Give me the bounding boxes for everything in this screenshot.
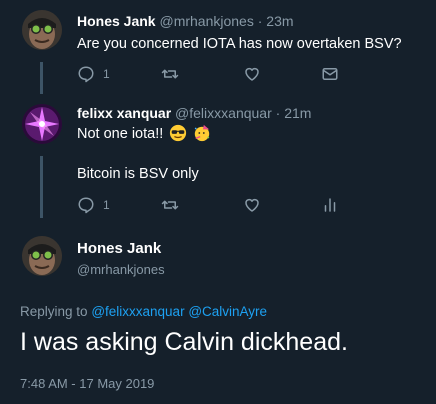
tweet-text: Are you concerned IOTA has now overtaken… (77, 36, 402, 52)
tweet-header: Hones Jank @mrhankjones · 23m (77, 13, 294, 29)
reply-button[interactable]: 1 (77, 65, 110, 83)
avatar[interactable] (22, 236, 62, 276)
tweet-text-line1: Not one iota!! (77, 124, 211, 144)
author-name[interactable]: felixx xanquar (77, 105, 171, 121)
mention-link[interactable]: @CalvinAyre (188, 304, 267, 319)
avatar[interactable] (22, 104, 62, 144)
author-handle[interactable]: @felixxxanquar (175, 105, 272, 121)
author-name[interactable]: Hones Jank (77, 240, 161, 257)
author-handle[interactable]: @mrhankjones (159, 13, 253, 29)
replying-prefix: Replying to (20, 304, 88, 319)
avatar[interactable] (22, 10, 62, 50)
tweet-header: felixx xanquar @felixxxanquar · 21m (77, 105, 311, 121)
like-button[interactable] (243, 65, 261, 83)
like-icon (243, 65, 261, 83)
thread-line (40, 156, 43, 218)
like-icon (243, 196, 261, 214)
sunglasses-emoji (169, 124, 187, 142)
replying-to: Replying to @felixxxanquar @CalvinAyre (20, 304, 267, 319)
reply-count: 1 (103, 67, 110, 81)
retweet-icon (160, 196, 180, 214)
tweet-text: I was asking Calvin dickhead. (20, 328, 348, 356)
reply-count: 1 (103, 198, 110, 212)
retweet-button[interactable] (160, 65, 180, 83)
like-button[interactable] (243, 196, 261, 214)
party-face-emoji (193, 124, 211, 142)
retweet-icon (160, 65, 180, 83)
tweet-timestamp[interactable]: 7:48 AM - 17 May 2019 (20, 376, 154, 391)
reply-icon (77, 65, 95, 83)
tweet-text: Not one iota!! (77, 126, 164, 142)
tweet-time[interactable]: · 21m (276, 105, 312, 121)
analytics-button[interactable] (321, 196, 339, 214)
message-icon (321, 65, 339, 83)
author-name[interactable]: Hones Jank (77, 13, 156, 29)
tweet-text-line2: Bitcoin is BSV only (77, 166, 199, 182)
reply-icon (77, 196, 95, 214)
thread-line (40, 62, 43, 94)
message-button[interactable] (321, 65, 339, 83)
mention-link[interactable]: @felixxxanquar (91, 304, 184, 319)
reply-button[interactable]: 1 (77, 196, 110, 214)
analytics-icon (321, 196, 339, 214)
retweet-button[interactable] (160, 196, 180, 214)
author-handle[interactable]: @mrhankjones (77, 262, 165, 277)
tweet-time[interactable]: · 23m (258, 13, 294, 29)
